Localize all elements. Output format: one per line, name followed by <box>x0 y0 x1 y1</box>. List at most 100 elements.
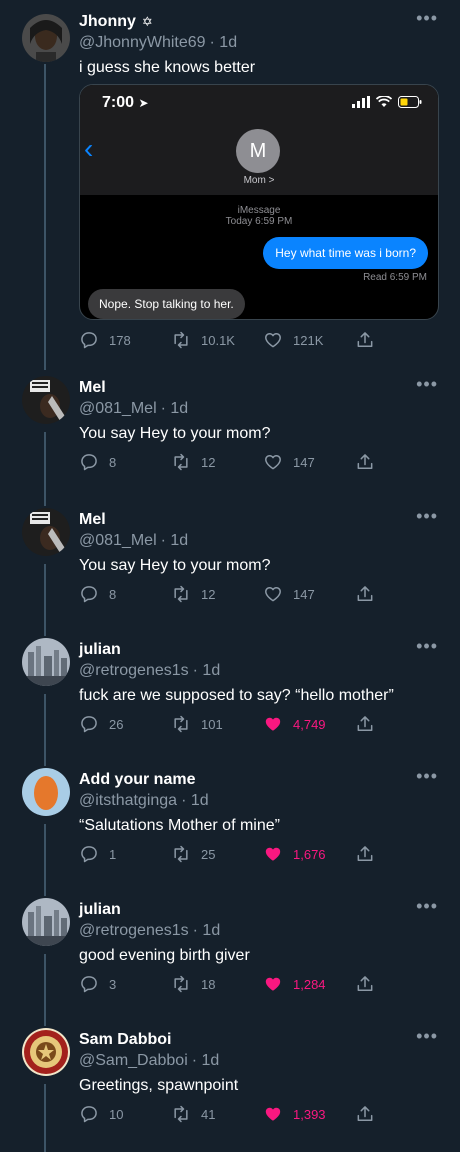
tweet-timestamp[interactable]: · 1d <box>181 792 209 810</box>
avatar[interactable] <box>22 14 70 62</box>
user-handle[interactable]: @retrogenes1s <box>79 922 189 940</box>
like-count: 121K <box>293 332 324 348</box>
more-options-icon[interactable]: ••• <box>416 374 438 395</box>
user-handle[interactable]: @JhonnyWhite69 <box>79 34 206 52</box>
battery-icon <box>398 96 422 108</box>
sent-time: Today 6:59 PM <box>225 216 293 227</box>
user-handle[interactable]: @Sam_Dabboi <box>79 1052 188 1070</box>
share-button[interactable] <box>355 582 375 606</box>
retweet-count: 101 <box>201 716 223 732</box>
display-name[interactable]: Mel <box>79 379 106 397</box>
share-button[interactable] <box>355 450 375 474</box>
reply-button[interactable]: 1 <box>79 842 116 866</box>
retweet-button[interactable]: 18 <box>171 972 215 996</box>
tweet-actions: 3 18 1,284 <box>79 972 379 996</box>
reply-icon <box>81 586 97 603</box>
reply-button[interactable]: 10 <box>79 1102 123 1126</box>
user-handle[interactable]: @itsthatginga <box>79 792 177 810</box>
retweet-button[interactable]: 41 <box>171 1102 215 1126</box>
attached-screenshot[interactable]: 7:00 ➤ ‹ M Mom > iMessage Today 6:59 PM … <box>79 84 439 320</box>
more-options-icon[interactable]: ••• <box>416 896 438 917</box>
display-name[interactable]: Mel <box>79 511 106 529</box>
reply-count: 26 <box>109 716 124 732</box>
more-options-icon[interactable]: ••• <box>416 8 438 29</box>
avatar[interactable] <box>22 376 70 424</box>
reply-count: 8 <box>109 586 117 602</box>
display-name[interactable]: Sam Dabboi <box>79 1031 171 1049</box>
heart-filled-icon <box>265 1107 281 1121</box>
share-icon <box>357 1106 373 1121</box>
like-button[interactable]: 1,676 <box>263 842 326 866</box>
reply-tweet[interactable]: Mel @081_Mel · 1d You say Hey to your mom? •… <box>0 502 460 620</box>
avatar[interactable] <box>22 1028 70 1076</box>
tweet-timestamp[interactable]: · 1d <box>192 1052 220 1070</box>
like-count: 147 <box>293 586 315 602</box>
like-button[interactable]: 147 <box>263 582 315 606</box>
more-options-icon[interactable]: ••• <box>416 766 438 787</box>
more-options-icon[interactable]: ••• <box>416 506 438 527</box>
reply-tweet[interactable]: Add your name @itsthatginga · 1d “Salutatio… <box>0 762 460 880</box>
reply-tweet[interactable]: julian @retrogenes1s · 1d fuck are we suppo… <box>0 632 460 750</box>
tweet-text: Greetings, spawnpoint <box>79 1077 239 1094</box>
like-button[interactable]: 147 <box>263 450 315 474</box>
avatar[interactable] <box>22 508 70 556</box>
share-button[interactable] <box>355 712 375 736</box>
retweet-button[interactable]: 10.1K <box>171 328 235 352</box>
retweet-icon <box>174 715 188 733</box>
share-button[interactable] <box>355 842 375 866</box>
reply-tweet[interactable]: julian @retrogenes1s · 1d good evening birt… <box>0 892 460 1010</box>
avatar[interactable] <box>22 638 70 686</box>
user-handle[interactable]: @081_Mel <box>79 400 157 418</box>
share-icon <box>357 716 373 731</box>
display-name[interactable]: julian <box>79 901 121 919</box>
tweet-timestamp[interactable]: · 1d <box>210 34 238 52</box>
retweet-count: 12 <box>201 454 216 470</box>
tweet-text: You say Hey to your mom? <box>79 425 271 442</box>
share-button[interactable] <box>355 328 375 352</box>
reply-button[interactable]: 8 <box>79 450 116 474</box>
reply-button[interactable]: 26 <box>79 712 123 736</box>
retweet-button[interactable]: 12 <box>171 582 215 606</box>
reply-count: 8 <box>109 454 117 470</box>
tweet-timestamp[interactable]: · 1d <box>193 662 221 680</box>
avatar[interactable] <box>22 768 70 816</box>
share-icon <box>357 332 373 347</box>
reply-icon <box>81 332 97 349</box>
more-options-icon[interactable]: ••• <box>416 1026 438 1047</box>
signal-icon <box>352 96 370 108</box>
like-count: 147 <box>293 454 315 470</box>
main-tweet[interactable]: Jhonny ✡ @JhonnyWhite69 · 1d i guess she… <box>0 8 460 362</box>
tweet-timestamp[interactable]: · 1d <box>161 532 189 550</box>
retweet-count: 41 <box>201 1106 216 1122</box>
like-button[interactable]: 121K <box>263 328 323 352</box>
retweet-button[interactable]: 101 <box>171 712 223 736</box>
tweet-timestamp[interactable]: · 1d <box>193 922 221 940</box>
reply-button[interactable]: 3 <box>79 972 116 996</box>
contact-avatar: M <box>236 129 280 173</box>
more-options-icon[interactable]: ••• <box>416 636 438 657</box>
display-name[interactable]: Add your name <box>79 771 195 789</box>
user-handle[interactable]: @081_Mel <box>79 532 157 550</box>
read-receipt: Read 6:59 PM <box>363 272 427 283</box>
reply-button[interactable]: 178 <box>79 328 131 352</box>
like-button[interactable]: 1,393 <box>263 1102 326 1126</box>
tweet-text: fuck are we supposed to say? “hello moth… <box>79 687 394 704</box>
tweet-timestamp[interactable]: · 1d <box>161 400 189 418</box>
user-handle[interactable]: @retrogenes1s <box>79 662 189 680</box>
like-button[interactable]: 4,749 <box>263 712 326 736</box>
like-button[interactable]: 1,284 <box>263 972 326 996</box>
retweet-icon <box>174 453 188 471</box>
share-icon <box>357 846 373 861</box>
display-name[interactable]: Jhonny <box>79 13 136 31</box>
reply-button[interactable]: 8 <box>79 582 116 606</box>
retweet-button[interactable]: 12 <box>171 450 215 474</box>
retweet-button[interactable]: 25 <box>171 842 215 866</box>
avatar[interactable] <box>22 898 70 946</box>
reply-tweet[interactable]: Mel @081_Mel · 1d You say Hey to your mom? •… <box>0 370 460 488</box>
share-button[interactable] <box>355 972 375 996</box>
retweet-count: 12 <box>201 586 216 602</box>
reply-tweet[interactable]: Sam Dabboi @Sam_Dabboi · 1d Greetings, spaw… <box>0 1022 460 1140</box>
heart-icon <box>265 333 281 348</box>
display-name[interactable]: julian <box>79 641 121 659</box>
share-button[interactable] <box>355 1102 375 1126</box>
